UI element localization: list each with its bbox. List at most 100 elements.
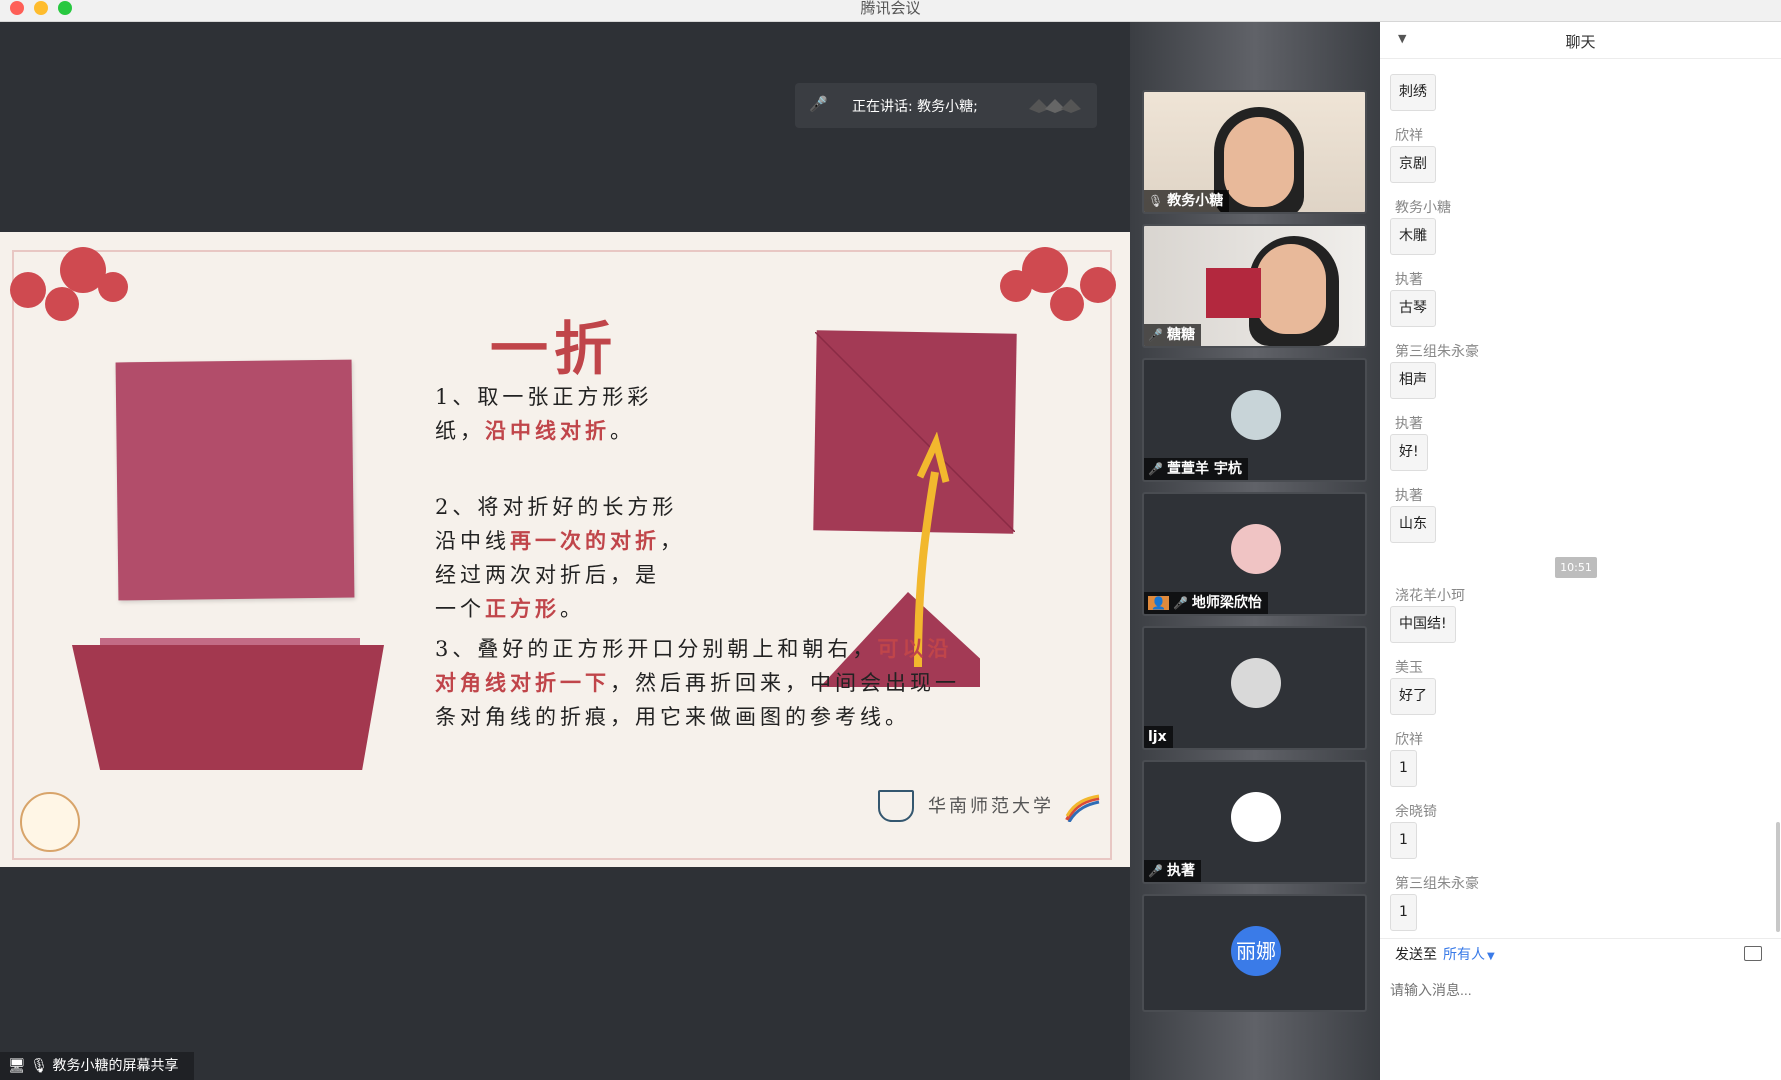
image-icon[interactable] [1744, 946, 1762, 961]
participant-tile[interactable]: 🎤 糖糖 [1142, 224, 1367, 348]
avatar: 丽娜 [1231, 926, 1281, 976]
school-name: 华南师范大学 [928, 796, 1054, 817]
chat-message: 山东 [1390, 506, 1436, 543]
step-2-line-1: 2、将对折好的长方形 [435, 495, 678, 519]
send-to-dropdown[interactable]: 所有人 [1443, 947, 1485, 963]
folded-paper-image [72, 645, 384, 770]
mascot-logo [20, 792, 80, 852]
chat-message: 1 [1390, 822, 1417, 859]
screen-share-label: 教务小糖的屏幕共享 [52, 1058, 179, 1074]
speaking-label: 正在讲话: 教务小糖; [852, 99, 978, 115]
shared-screen-area: 🎤 正在讲话: 教务小糖; 一折 1、取一张正方形彩 纸，沿中线对折。 2、将对… [0, 22, 1130, 1080]
red-card-image [1206, 268, 1261, 318]
send-to-row: 发送至 所有人 ▼ [1395, 944, 1495, 964]
tencent-meeting-logo-icon [1029, 99, 1081, 113]
lantern-icon [45, 287, 79, 321]
chat-message: 京剧 [1390, 146, 1436, 183]
chat-input[interactable] [1390, 972, 1770, 1008]
step-2-text: 2、将对折好的长方形 沿中线再一次的对折， 经过两次对折后，是 一个正方形。 [435, 490, 685, 626]
chat-message: 1 [1390, 894, 1417, 931]
chevron-down-icon[interactable]: ▼ [1487, 951, 1495, 962]
participant-tile[interactable]: 🎤 执著 [1142, 760, 1367, 884]
participant-tile[interactable]: 👤 🎤 地师梁欣怡 [1142, 492, 1367, 616]
mic-muted-icon: 🎤 [1148, 328, 1163, 342]
time-chip: 10:51 [1555, 557, 1597, 578]
participant-name-text: 执著 [1166, 863, 1195, 879]
lantern-icon [10, 272, 46, 308]
participant-video-face [1224, 117, 1294, 207]
divider [1380, 938, 1781, 939]
chat-sender: 欣祥 [1395, 732, 1423, 748]
mic-icon: 🎙 [1148, 194, 1164, 208]
chat-message: 1 [1390, 750, 1417, 787]
participant-name-text: ljx [1148, 729, 1167, 745]
participant-name-text: 萱萱羊 宇杭 [1166, 461, 1242, 477]
lantern-icon [98, 272, 128, 302]
chat-panel: ▼ 聊天 刺绣 欣祥 京剧 教务小糖 木雕 执著 古琴 第三组朱永豪 相声 执著… [1380, 22, 1781, 1080]
participant-name-text: 糖糖 [1166, 327, 1195, 343]
step-1-line-2: 纸， [435, 419, 485, 443]
participant-name: 🎤 糖糖 [1144, 324, 1201, 346]
speaking-indicator: 🎤 正在讲话: 教务小糖; [795, 83, 1097, 128]
step-2-end: 。 [560, 597, 585, 621]
chat-sender: 教务小糖 [1395, 200, 1451, 216]
chat-message: 刺绣 [1390, 74, 1436, 111]
step-3-highlight-2: 对角线对折一下 [435, 670, 610, 695]
participant-tile[interactable]: 🎙 教务小糖 [1142, 90, 1367, 214]
chat-message: 中国结! [1390, 606, 1456, 643]
user-icon: 👤 [1148, 596, 1169, 610]
step-3-line-1: 3、叠好的正方形开口分别朝上和朝右， [435, 637, 878, 661]
chat-sender: 执著 [1395, 488, 1423, 504]
participant-name-text: 地师梁欣怡 [1191, 595, 1262, 611]
chat-scrollbar[interactable] [1776, 822, 1780, 932]
mic-muted-icon: 🎤 [1148, 462, 1163, 476]
step-3-line-2: ，然后再折回来，中间会出现一 [610, 671, 960, 695]
chat-sender: 余晓锜 [1395, 804, 1437, 820]
square-paper-image [115, 359, 355, 601]
slide-title: 一折 [490, 315, 619, 383]
chat-sender: 美玉 [1395, 660, 1423, 676]
school-badge-icon [878, 790, 914, 822]
chat-message: 好了 [1390, 678, 1436, 715]
avatar [1231, 658, 1281, 708]
chat-sender: 浇花羊小珂 [1395, 588, 1465, 604]
chat-sender: 欣祥 [1395, 128, 1423, 144]
participant-video-face [1256, 244, 1326, 334]
chat-sender: 第三组朱永豪 [1395, 876, 1479, 892]
mic-muted-icon: 🎤 [809, 95, 828, 113]
chat-message: 木雕 [1390, 218, 1436, 255]
step-3-text: 3、叠好的正方形开口分别朝上和朝右，可以沿 对角线对折一下，然后再折回来，中间会… [435, 632, 960, 734]
send-to-label: 发送至 [1395, 947, 1437, 963]
step-1-text: 1、取一张正方形彩 纸，沿中线对折。 [435, 380, 652, 448]
step-2-line-4: 一个 [435, 597, 485, 621]
chat-header: ▼ 聊天 [1380, 22, 1781, 59]
step-3-highlight: 可以沿 [877, 636, 953, 661]
title-bar: 腾讯会议 [0, 0, 1781, 22]
participant-tile[interactable]: ljx [1142, 626, 1367, 750]
participant-name: 🎤 萱萱羊 宇杭 [1144, 458, 1248, 480]
chat-sender: 执著 [1395, 416, 1423, 432]
step-2-highlight-2: 正方形 [485, 596, 560, 621]
chat-message: 相声 [1390, 362, 1436, 399]
step-2-comma: ， [660, 529, 685, 553]
participant-tile[interactable]: 🎤 萱萱羊 宇杭 [1142, 358, 1367, 482]
panda-avatar [1231, 792, 1281, 842]
chat-message: 古琴 [1390, 290, 1436, 327]
lantern-icon [1050, 287, 1084, 321]
chat-message: 好! [1390, 434, 1428, 471]
avatar [1231, 524, 1281, 574]
participant-name: ljx [1144, 726, 1173, 748]
step-2-line-2: 沿中线 [435, 529, 510, 553]
step-2-highlight: 再一次的对折 [510, 528, 660, 553]
step-1-line-1: 1、取一张正方形彩 [435, 385, 653, 409]
mic-muted-icon: 🎤 [1172, 596, 1188, 610]
participant-tile[interactable]: 丽娜 [1142, 894, 1367, 1012]
screen-share-icon: 🖥 [8, 1058, 26, 1074]
mic-muted-icon: 🎤 [1148, 864, 1163, 878]
participant-name-text: 教务小糖 [1167, 193, 1224, 209]
chat-sender: 执著 [1395, 272, 1423, 288]
presentation-slide: 一折 1、取一张正方形彩 纸，沿中线对折。 2、将对折好的长方形 沿中线再一次的… [0, 232, 1130, 867]
lantern-icon [1080, 267, 1116, 303]
screen-share-badge: 🖥 🎙 教务小糖的屏幕共享 [0, 1052, 194, 1080]
step-1-end: 。 [610, 419, 635, 443]
